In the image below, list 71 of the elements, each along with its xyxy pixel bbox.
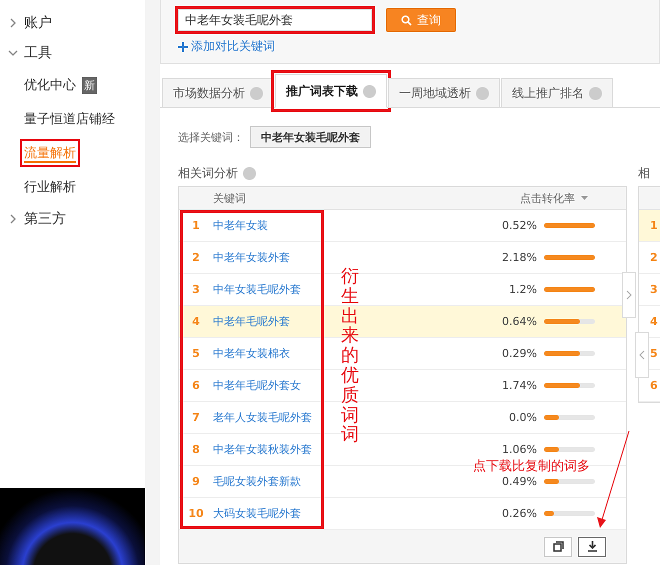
rate-value: 2.18% bbox=[501, 251, 537, 264]
rate-value: 0.26% bbox=[501, 507, 537, 520]
sidebar-section[interactable]: 第三方 bbox=[0, 204, 145, 234]
tab[interactable]: 线上推广排名 bbox=[501, 78, 613, 108]
sidebar-item[interactable]: 行业解析 bbox=[20, 173, 80, 201]
panel-title: 相 bbox=[638, 164, 650, 182]
copy-icon bbox=[552, 541, 564, 552]
rank-number: 1 bbox=[191, 219, 201, 232]
help-icon bbox=[250, 86, 263, 100]
column-header[interactable]: 点击转化率 bbox=[520, 190, 575, 206]
rank-number: 9 bbox=[191, 475, 201, 488]
keyword-link[interactable]: 中年女装毛呢外套 bbox=[213, 282, 301, 297]
previous-button[interactable] bbox=[635, 332, 649, 378]
panel-title: 相关词分析 bbox=[178, 164, 238, 182]
keyword-link[interactable]: 中老年女装秋装外套 bbox=[213, 442, 312, 457]
keyword-button[interactable]: 中老年女装毛呢外套 bbox=[250, 126, 371, 148]
chevron-right-icon bbox=[8, 214, 18, 224]
rate-value: 1.2% bbox=[508, 283, 537, 296]
sidebar-item[interactable]: 流量解析 bbox=[20, 139, 80, 167]
rank-number: 8 bbox=[191, 443, 201, 456]
rate-value: 0.0% bbox=[508, 411, 537, 424]
column-header: 关键词 bbox=[213, 190, 247, 206]
tab[interactable]: 市场数据分析 bbox=[162, 78, 274, 108]
help-icon bbox=[589, 86, 602, 100]
rate-value: 1.74% bbox=[501, 379, 537, 392]
keyword-link[interactable]: 毛呢女装外套新款 bbox=[213, 474, 301, 489]
rate-value: 0.49% bbox=[501, 475, 537, 488]
download-icon bbox=[586, 541, 598, 552]
rank-number: 7 bbox=[191, 411, 201, 424]
annotation-note: 点下载比复制的词多 bbox=[473, 458, 590, 475]
sort-caret-icon[interactable] bbox=[581, 196, 588, 200]
rank-number: 1 bbox=[639, 210, 660, 242]
chevron-left-icon bbox=[639, 350, 645, 360]
sidebar-item[interactable]: 优化中心 新 bbox=[20, 71, 101, 99]
sidebar-item[interactable]: 量子恒道店铺经 bbox=[20, 105, 119, 133]
help-icon bbox=[476, 86, 489, 100]
sidebar-section[interactable]: 工具 bbox=[0, 38, 145, 68]
keyword-link[interactable]: 中老年毛呢外套女 bbox=[213, 378, 301, 393]
help-icon bbox=[243, 166, 256, 180]
rank-number: 10 bbox=[187, 507, 205, 520]
rank-number: 4 bbox=[191, 315, 201, 328]
add-compare-link[interactable]: 添加对比关键词 bbox=[178, 38, 275, 55]
plus-icon bbox=[178, 42, 188, 52]
keyword-link[interactable]: 中老年女装棉衣 bbox=[213, 346, 290, 361]
keyword-link[interactable]: 大码女装毛呢外套 bbox=[213, 506, 301, 521]
rate-value: 0.64% bbox=[501, 315, 537, 328]
new-badge: 新 bbox=[82, 76, 97, 94]
rank-number: 6 bbox=[191, 379, 201, 392]
rate-value: 0.29% bbox=[501, 347, 537, 360]
copy-button[interactable] bbox=[544, 536, 572, 556]
search-icon bbox=[401, 14, 412, 26]
annotation-note: 衍生出来的优质词词 bbox=[341, 267, 359, 446]
rank-number: 2 bbox=[191, 251, 201, 264]
rate-value: 0.52% bbox=[501, 219, 537, 232]
tab[interactable]: 一周地域透析 bbox=[388, 78, 500, 108]
keyword-link[interactable]: 中老年毛呢外套 bbox=[213, 314, 290, 329]
chevron-right-icon bbox=[8, 18, 18, 28]
next-button[interactable] bbox=[622, 272, 636, 318]
help-icon bbox=[363, 84, 376, 98]
select-keyword-label: 选择关键词： bbox=[178, 130, 244, 144]
keyword-link[interactable]: 老年人女装毛呢外套 bbox=[213, 410, 312, 425]
rate-value: 1.06% bbox=[501, 443, 537, 456]
keyword-link[interactable]: 中老年女装外套 bbox=[213, 250, 290, 265]
download-button[interactable] bbox=[578, 536, 606, 556]
chevron-down-icon bbox=[8, 48, 18, 58]
sidebar-section[interactable]: 账户 bbox=[0, 8, 145, 38]
search-field[interactable]: 中老年女装毛呢外套 bbox=[178, 9, 372, 31]
rank-number: 3 bbox=[191, 283, 201, 296]
chevron-right-icon bbox=[626, 290, 632, 300]
rank-number: 5 bbox=[191, 347, 201, 360]
keyword-link[interactable]: 中老年女装 bbox=[213, 218, 268, 233]
